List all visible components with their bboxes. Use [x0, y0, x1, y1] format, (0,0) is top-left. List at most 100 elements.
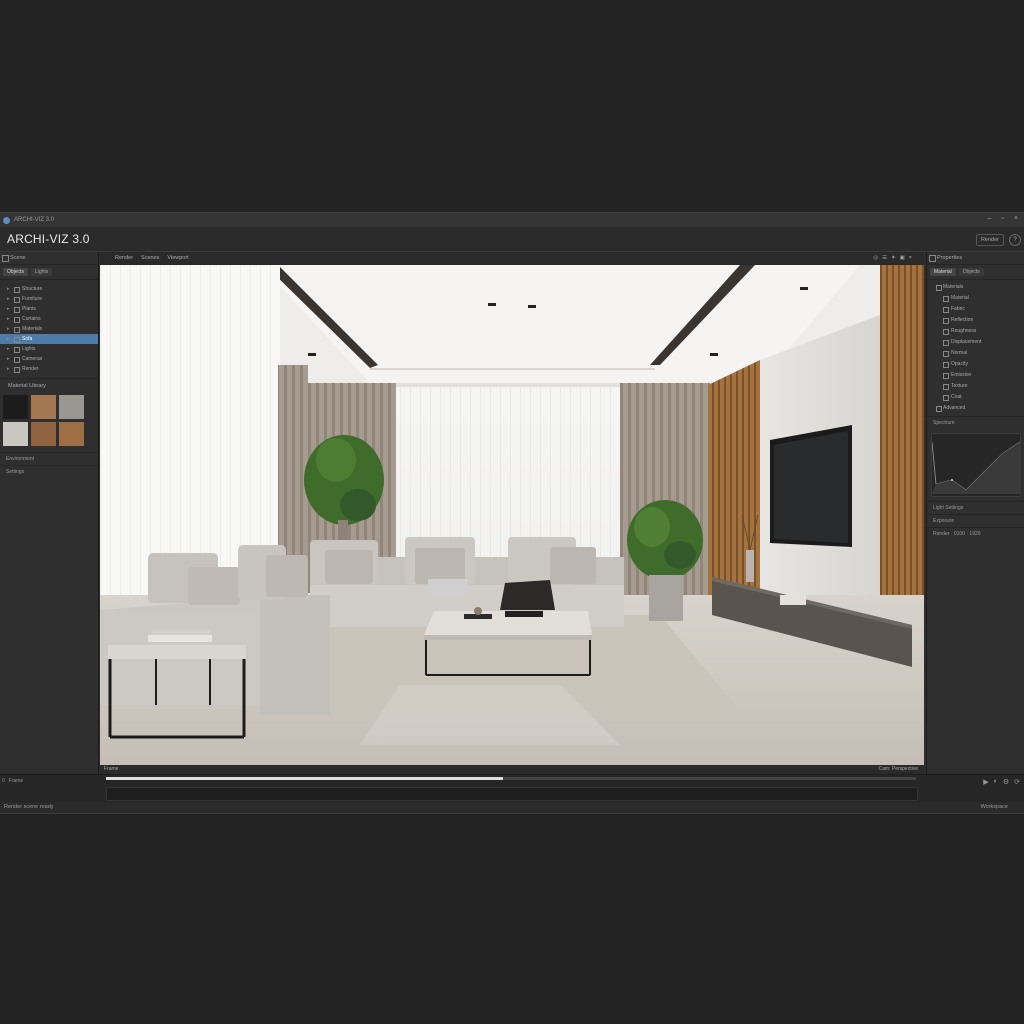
render-settings-row[interactable]: Render · 0100 · 1920 — [927, 527, 1024, 540]
camera-label[interactable]: Cam: Perspective — [879, 766, 918, 772]
environment-row[interactable]: Environment — [0, 452, 98, 465]
play-icon[interactable]: ▶ — [983, 778, 988, 786]
property-item[interactable]: Advanced — [927, 403, 1024, 414]
minimize-icon[interactable]: – — [988, 215, 992, 222]
menu-icon[interactable]: ☰ — [882, 255, 887, 261]
close-viewport-icon[interactable]: × — [909, 255, 912, 261]
visibility-checkbox[interactable] — [14, 287, 20, 293]
tab-objects-right[interactable]: Objects — [958, 268, 984, 276]
exposure-row[interactable]: Exposure — [927, 514, 1024, 527]
expand-arrow-icon[interactable]: ▸ — [7, 324, 10, 334]
property-checkbox[interactable] — [943, 351, 949, 357]
property-checkbox[interactable] — [936, 285, 942, 291]
visibility-checkbox[interactable] — [14, 367, 20, 373]
material-swatch[interactable] — [31, 422, 56, 446]
timeline-track[interactable] — [106, 787, 918, 801]
visibility-checkbox[interactable] — [14, 307, 20, 313]
property-item[interactable]: Materials — [927, 282, 1024, 293]
property-checkbox[interactable] — [943, 296, 949, 302]
property-item[interactable]: Fabric — [927, 304, 1024, 315]
refresh-icon[interactable]: ⟳ — [1014, 778, 1020, 786]
render-viewport[interactable] — [100, 265, 924, 765]
property-item[interactable]: Texture — [927, 381, 1024, 392]
outliner-item[interactable]: ▸ Curtains — [0, 314, 98, 324]
tab-lights[interactable]: Lights — [30, 268, 53, 276]
tab-material[interactable]: Material — [930, 268, 956, 276]
material-swatch[interactable] — [31, 395, 56, 419]
expand-arrow-icon[interactable]: ▸ — [7, 354, 10, 364]
render-button[interactable]: Render — [975, 234, 1004, 246]
property-checkbox[interactable] — [943, 307, 949, 313]
property-checkbox[interactable] — [943, 362, 949, 368]
tab-objects[interactable]: Objects — [3, 268, 28, 276]
property-checkbox[interactable] — [943, 329, 949, 335]
outliner-item[interactable]: ▸ Sofa — [0, 334, 98, 344]
properties-panel-header[interactable]: Properties — [927, 252, 1024, 265]
property-label: Reflection — [951, 317, 974, 323]
camera-icon[interactable]: ◎ — [873, 255, 878, 261]
property-item[interactable]: Material — [927, 293, 1024, 304]
property-checkbox[interactable] — [943, 384, 949, 390]
expand-arrow-icon[interactable]: ▸ — [7, 304, 10, 314]
expand-arrow-icon[interactable]: ▸ — [7, 294, 10, 304]
visibility-checkbox[interactable] — [14, 317, 20, 323]
outliner-item[interactable]: ▸ Lights — [0, 344, 98, 354]
outliner-item[interactable]: ▸ Cameras — [0, 354, 98, 364]
property-item[interactable]: Coat — [927, 392, 1024, 403]
material-swatch[interactable] — [59, 422, 84, 446]
menu-render[interactable]: Render — [115, 252, 133, 265]
property-item[interactable]: Opacity — [927, 359, 1024, 370]
property-checkbox[interactable] — [943, 373, 949, 379]
frame-icon[interactable]: ▣ — [900, 255, 905, 261]
property-checkbox[interactable] — [943, 395, 949, 401]
expand-arrow-icon[interactable]: ▸ — [7, 284, 10, 294]
panel-icon — [929, 255, 936, 262]
property-checkbox[interactable] — [943, 318, 949, 324]
material-swatch[interactable] — [3, 422, 28, 446]
outliner-item[interactable]: ▸ Furniture — [0, 294, 98, 304]
material-swatch[interactable] — [3, 395, 28, 419]
light-icon[interactable]: ✦ — [891, 255, 896, 261]
visibility-checkbox[interactable] — [14, 327, 20, 333]
visibility-checkbox[interactable] — [14, 357, 20, 363]
property-item[interactable]: Roughness — [927, 326, 1024, 337]
contrast-icon[interactable]: ◐ — [994, 778, 998, 786]
material-library-title: Material Library — [0, 378, 98, 393]
maximize-icon[interactable]: ▫ — [1001, 215, 1003, 222]
outliner-item-label: Furniture — [22, 296, 43, 302]
material-swatch[interactable] — [59, 395, 84, 419]
visibility-checkbox[interactable] — [14, 337, 20, 343]
menu-scenes[interactable]: Scenes — [141, 252, 159, 265]
property-checkbox[interactable] — [943, 340, 949, 346]
timeline-playhead[interactable] — [428, 579, 468, 595]
scene-panel-title: Scene — [10, 255, 26, 261]
timeline-progress-fill — [106, 777, 503, 780]
settings-icon[interactable]: ⚙ — [1003, 778, 1009, 786]
workspace-label[interactable]: Workspace — [981, 804, 1008, 810]
outliner-item[interactable]: ▸ Plants — [0, 304, 98, 314]
property-item[interactable]: Displacement — [927, 337, 1024, 348]
visibility-checkbox[interactable] — [14, 297, 20, 303]
property-checkbox[interactable] — [936, 406, 942, 412]
property-label: Roughness — [951, 328, 977, 334]
outliner-item[interactable]: ▸ Materials — [0, 324, 98, 334]
settings-row[interactable]: Settings — [0, 465, 98, 478]
viewport-toolbar: Render Scenes Viewport ◎ ☰ ✦ ▣ × — [100, 252, 924, 265]
visibility-checkbox[interactable] — [14, 347, 20, 353]
expand-arrow-icon[interactable]: ▸ — [7, 334, 10, 344]
expand-arrow-icon[interactable]: ▸ — [7, 344, 10, 354]
menu-viewport[interactable]: Viewport — [167, 252, 188, 265]
property-item[interactable]: Normal — [927, 348, 1024, 359]
property-item[interactable]: Reflection — [927, 315, 1024, 326]
expand-arrow-icon[interactable]: ▸ — [7, 364, 10, 374]
expand-arrow-icon[interactable]: ▸ — [7, 314, 10, 324]
close-icon[interactable]: × — [1014, 215, 1018, 222]
scene-panel-header[interactable]: Scene — [0, 252, 98, 265]
light-settings-row[interactable]: Light Settings — [927, 501, 1024, 514]
outliner-item[interactable]: ▸ Render — [0, 364, 98, 374]
outliner-item[interactable]: ▸ Structure — [0, 284, 98, 294]
property-item[interactable]: Emission — [927, 370, 1024, 381]
help-icon[interactable]: ? — [1009, 234, 1021, 246]
spectrum-graph[interactable] — [931, 433, 1021, 497]
timeline-progress-bar[interactable] — [106, 777, 916, 780]
